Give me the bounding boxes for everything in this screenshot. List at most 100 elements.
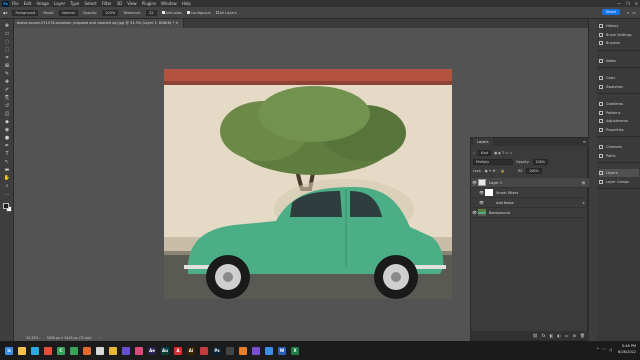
history-brush-icon[interactable]: ↺: [3, 103, 11, 110]
foreground-color-swatch[interactable]: [3, 203, 9, 209]
kind-filter-select[interactable]: Kind: [477, 149, 492, 156]
link-icon[interactable]: ⛓: [533, 333, 538, 338]
wifi-icon[interactable]: ◠: [602, 347, 606, 352]
move-tool-icon[interactable]: ✥: [3, 23, 11, 30]
dock-history[interactable]: History: [599, 22, 639, 30]
all-layers-checkbox[interactable]: All Layers: [215, 11, 237, 15]
fill-input[interactable]: 100%: [526, 167, 542, 174]
fill-source-select[interactable]: Foreground: [12, 9, 39, 16]
dock-layer-comps[interactable]: Layer Comps: [599, 178, 639, 186]
mode-select[interactable]: Normal: [59, 9, 78, 16]
chrome-icon[interactable]: [109, 346, 117, 355]
pen-tool-icon[interactable]: ✒: [3, 143, 11, 150]
app-icon[interactable]: [200, 346, 208, 355]
menu-file[interactable]: File: [12, 1, 19, 6]
fx-icon[interactable]: fx: [542, 333, 546, 338]
app-icon[interactable]: [239, 346, 247, 355]
visibility-eye-icon[interactable]: 👁: [471, 210, 478, 215]
dock-properties[interactable]: Properties: [599, 126, 639, 134]
search-icon[interactable]: ⌕: [627, 10, 629, 15]
eraser-tool-icon[interactable]: ◫: [3, 111, 11, 118]
mask-icon[interactable]: ◧: [550, 333, 554, 338]
dock-gradients[interactable]: Gradients: [599, 100, 639, 108]
dodge-tool-icon[interactable]: ●: [3, 135, 11, 142]
zoom-tool-icon[interactable]: ⌕: [3, 183, 11, 190]
app-icon[interactable]: [83, 346, 91, 355]
minimize-icon[interactable]: —: [617, 1, 621, 6]
close-tab-icon[interactable]: ✕: [175, 21, 178, 25]
after-effects-icon[interactable]: Ae: [148, 346, 156, 355]
blend-mode-select[interactable]: Multiply: [473, 158, 513, 165]
photoshop-logo[interactable]: Ps: [2, 0, 9, 7]
app-icon[interactable]: [265, 346, 273, 355]
dock-patterns[interactable]: Patterns: [599, 109, 639, 117]
layer-opacity-input[interactable]: 100%: [532, 158, 548, 165]
brush-tool-icon[interactable]: ✐: [3, 87, 11, 94]
word-icon[interactable]: W: [278, 346, 286, 355]
healing-brush-icon[interactable]: ✚: [3, 79, 11, 86]
menu-edit[interactable]: Edit: [24, 1, 32, 6]
contiguous-checkbox[interactable]: Contiguous: [186, 11, 211, 15]
layer-row-add-noise[interactable]: 👁 Add Noise ≑: [471, 198, 589, 208]
group-icon[interactable]: ▭: [565, 333, 569, 338]
app-icon[interactable]: [44, 346, 52, 355]
hand-tool-icon[interactable]: ✋: [3, 175, 11, 182]
document-tab[interactable]: blaise-souzer-971578-unsplash (cropped a…: [14, 19, 184, 28]
artboard-tool-icon[interactable]: ▭: [3, 31, 11, 38]
dock-color[interactable]: Color: [599, 74, 639, 82]
layer-row-layer-1[interactable]: 👁 Layer 1 ▤: [471, 178, 589, 188]
close-icon[interactable]: ✕: [635, 1, 638, 6]
menu-filter[interactable]: Filter: [102, 1, 112, 6]
menu-select[interactable]: Select: [84, 1, 96, 6]
volume-icon[interactable]: ◁: [609, 347, 612, 352]
document-image[interactable]: [164, 69, 452, 299]
app-icon[interactable]: [70, 346, 78, 355]
menu-type[interactable]: Type: [70, 1, 79, 6]
dock-channels[interactable]: Channels: [599, 143, 639, 151]
menu-view[interactable]: View: [127, 1, 137, 6]
menu-image[interactable]: Image: [36, 1, 49, 6]
path-select-icon[interactable]: ↖: [3, 159, 11, 166]
filter-icons[interactable]: ▣ ◐ T ▭ ◇: [494, 151, 512, 155]
camtasia-icon[interactable]: C: [57, 346, 65, 355]
panel-menu-icon[interactable]: ≡: [583, 139, 586, 144]
edge-icon[interactable]: [31, 346, 39, 355]
restore-icon[interactable]: ❐: [626, 1, 630, 6]
paint-bucket-icon[interactable]: ◆▾: [3, 11, 7, 15]
menu-layer[interactable]: Layer: [54, 1, 65, 6]
clone-stamp-icon[interactable]: ⎘: [3, 95, 11, 102]
app-icon[interactable]: [122, 346, 130, 355]
dock-layers[interactable]: Layers: [599, 169, 639, 177]
more-tools-icon[interactable]: …: [3, 191, 11, 198]
dock-swatches[interactable]: Swatches: [599, 83, 639, 91]
share-button[interactable]: Share: [601, 9, 620, 15]
blur-tool-icon[interactable]: ◉: [3, 127, 11, 134]
menu-3d[interactable]: 3D: [117, 1, 123, 6]
tolerance-input[interactable]: 32: [146, 9, 157, 16]
layer-row-smart-filters[interactable]: 👁 Smart Filters: [471, 188, 589, 198]
filter-blending-icon[interactable]: ≑: [582, 201, 585, 205]
chevron-up-icon[interactable]: ^: [596, 347, 599, 352]
new-layer-icon[interactable]: ⊞: [573, 333, 576, 338]
app-icon[interactable]: [96, 346, 104, 355]
file-explorer-icon[interactable]: [18, 346, 26, 355]
lasso-tool-icon[interactable]: ◌: [3, 39, 11, 46]
dock-paths[interactable]: Paths: [599, 152, 639, 160]
start-icon[interactable]: ⊞: [5, 346, 13, 355]
layers-tab[interactable]: Layers: [473, 138, 493, 146]
menu-plugins[interactable]: Plugins: [142, 1, 156, 6]
menu-window[interactable]: Window: [161, 1, 177, 6]
crop-tool-icon[interactable]: ⌗: [3, 55, 11, 62]
excel-icon[interactable]: X: [291, 346, 299, 355]
opacity-input[interactable]: 100%: [102, 9, 119, 16]
clock[interactable]: 5:46 PM 6/28/2022: [618, 343, 636, 355]
menu-help[interactable]: Help: [182, 1, 191, 6]
frame-tool-icon[interactable]: ⊠: [3, 63, 11, 70]
visibility-eye-icon[interactable]: 👁: [478, 190, 485, 195]
paint-bucket-icon[interactable]: ◆: [3, 119, 11, 126]
workspace-icon[interactable]: ▭: [632, 10, 636, 15]
eyedropper-tool-icon[interactable]: ✎: [3, 71, 11, 78]
object-select-tool-icon[interactable]: ⬚: [3, 47, 11, 54]
trash-icon[interactable]: 🗑: [580, 333, 585, 338]
anti-alias-checkbox[interactable]: Anti-alias: [161, 11, 182, 15]
